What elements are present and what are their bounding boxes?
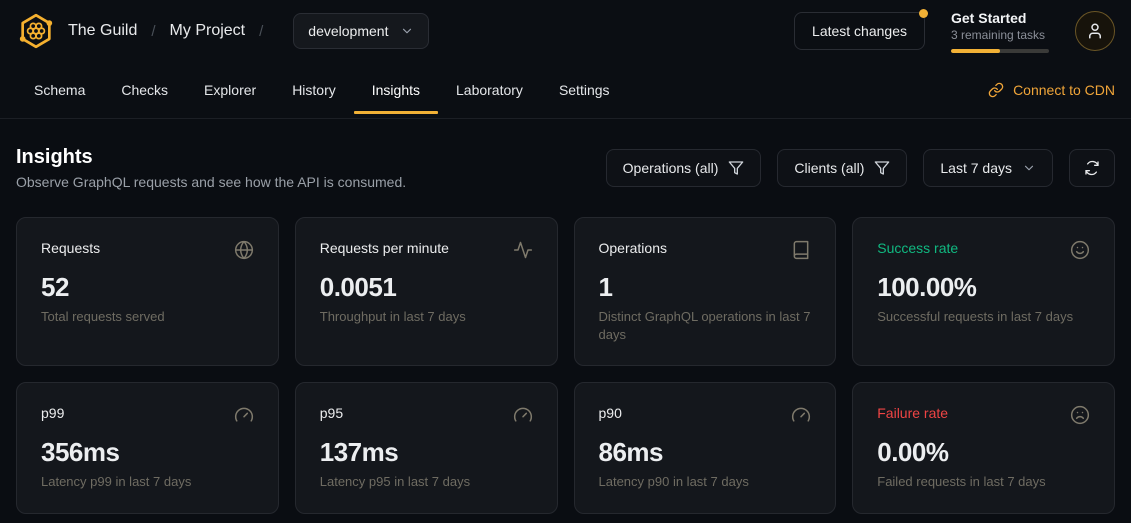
- get-started-remaining: 3 remaining tasks: [951, 28, 1049, 42]
- card-description: Successful requests in last 7 days: [877, 308, 1090, 326]
- p99-latency-card: p99 356ms Latency p99 in last 7 days: [16, 382, 279, 514]
- breadcrumb-project[interactable]: My Project: [170, 22, 246, 40]
- clients-filter-button[interactable]: Clients (all): [777, 149, 907, 187]
- card-value: 1: [599, 272, 812, 303]
- stat-cards-grid: Requests 52 Total requests served Reques…: [16, 217, 1115, 514]
- success-rate-card: Success rate 100.00% Successful requests…: [852, 217, 1115, 366]
- operations-filter-button[interactable]: Operations (all): [606, 149, 762, 187]
- environment-select-value: development: [308, 23, 388, 39]
- connect-to-cdn-link[interactable]: Connect to CDN: [988, 82, 1115, 98]
- card-title: Requests per minute: [320, 240, 449, 256]
- card-description: Latency p95 in last 7 days: [320, 473, 533, 491]
- card-title: p99: [41, 405, 64, 421]
- card-title: Failure rate: [877, 405, 948, 421]
- failure-rate-card: Failure rate 0.00% Failed requests in la…: [852, 382, 1115, 514]
- gauge-icon: [513, 405, 533, 425]
- insights-page: Insights Observe GraphQL requests and se…: [0, 119, 1131, 514]
- gauge-icon: [234, 405, 254, 425]
- tab-insights[interactable]: Insights: [354, 62, 438, 118]
- card-value: 86ms: [599, 437, 812, 468]
- tab-explorer[interactable]: Explorer: [186, 62, 274, 118]
- user-icon: [1086, 22, 1104, 40]
- filters: Operations (all) Clients (all) Last 7 da…: [606, 149, 1115, 187]
- tab-history[interactable]: History: [274, 62, 354, 118]
- filter-icon: [874, 160, 890, 176]
- card-description: Failed requests in last 7 days: [877, 473, 1090, 491]
- period-select-value: Last 7 days: [940, 160, 1012, 176]
- p90-latency-card: p90 86ms Latency p90 in last 7 days: [574, 382, 837, 514]
- card-description: Total requests served: [41, 308, 254, 326]
- smile-icon: [1070, 240, 1090, 260]
- filter-icon: [728, 160, 744, 176]
- operations-card: Operations 1 Distinct GraphQL operations…: [574, 217, 837, 366]
- requests-card: Requests 52 Total requests served: [16, 217, 279, 366]
- breadcrumb-separator: /: [151, 23, 155, 40]
- page-title: Insights: [16, 146, 406, 169]
- card-value: 137ms: [320, 437, 533, 468]
- card-title: Operations: [599, 240, 667, 256]
- card-description: Latency p90 in last 7 days: [599, 473, 812, 491]
- latest-changes-label: Latest changes: [812, 23, 907, 39]
- nav-bar: Schema Checks Explorer History Insights …: [0, 62, 1131, 119]
- book-icon: [791, 240, 811, 260]
- get-started-progress-bar: [951, 49, 1049, 53]
- card-title: p95: [320, 405, 343, 421]
- environment-select[interactable]: development: [293, 13, 429, 49]
- gauge-icon: [791, 405, 811, 425]
- tab-schema[interactable]: Schema: [16, 62, 103, 118]
- refresh-button[interactable]: [1069, 149, 1115, 187]
- get-started-widget[interactable]: Get Started 3 remaining tasks: [951, 10, 1049, 53]
- card-value: 0.0051: [320, 272, 533, 303]
- tabs: Schema Checks Explorer History Insights …: [16, 62, 628, 118]
- tab-laboratory[interactable]: Laboratory: [438, 62, 541, 118]
- card-description: Latency p99 in last 7 days: [41, 473, 254, 491]
- link-icon: [988, 82, 1004, 98]
- card-value: 52: [41, 272, 254, 303]
- user-avatar[interactable]: [1075, 11, 1115, 51]
- activity-icon: [513, 240, 533, 260]
- period-select[interactable]: Last 7 days: [923, 149, 1053, 187]
- card-value: 100.00%: [877, 272, 1090, 303]
- chevron-down-icon: [400, 24, 414, 38]
- breadcrumb-separator: /: [259, 23, 263, 40]
- chevron-down-icon: [1022, 161, 1036, 175]
- get-started-title: Get Started: [951, 10, 1049, 26]
- card-title: Requests: [41, 240, 100, 256]
- breadcrumb-org[interactable]: The Guild: [68, 22, 137, 40]
- get-started-progress-fill: [951, 49, 1000, 53]
- clients-filter-label: Clients (all): [794, 160, 864, 176]
- card-description: Throughput in last 7 days: [320, 308, 533, 326]
- insights-title-block: Insights Observe GraphQL requests and se…: [16, 146, 406, 190]
- card-value: 0.00%: [877, 437, 1090, 468]
- latest-changes-button[interactable]: Latest changes: [794, 12, 925, 50]
- card-title: p90: [599, 405, 622, 421]
- card-value: 356ms: [41, 437, 254, 468]
- requests-per-minute-card: Requests per minute 0.0051 Throughput in…: [295, 217, 558, 366]
- globe-icon: [234, 240, 254, 260]
- notification-dot: [919, 9, 928, 18]
- tab-settings[interactable]: Settings: [541, 62, 628, 118]
- p95-latency-card: p95 137ms Latency p95 in last 7 days: [295, 382, 558, 514]
- frown-icon: [1070, 405, 1090, 425]
- insights-header: Insights Observe GraphQL requests and se…: [16, 146, 1115, 190]
- refresh-icon: [1084, 160, 1100, 176]
- app-header: The Guild / My Project / development Lat…: [0, 0, 1131, 62]
- page-subtitle: Observe GraphQL requests and see how the…: [16, 174, 406, 190]
- card-description: Distinct GraphQL operations in last 7 da…: [599, 308, 812, 343]
- header-actions: Latest changes Get Started 3 remaining t…: [794, 10, 1115, 53]
- operations-filter-label: Operations (all): [623, 160, 719, 176]
- connect-to-cdn-label: Connect to CDN: [1013, 82, 1115, 98]
- card-title: Success rate: [877, 240, 958, 256]
- guild-logo-icon[interactable]: [16, 11, 56, 51]
- tab-checks[interactable]: Checks: [103, 62, 186, 118]
